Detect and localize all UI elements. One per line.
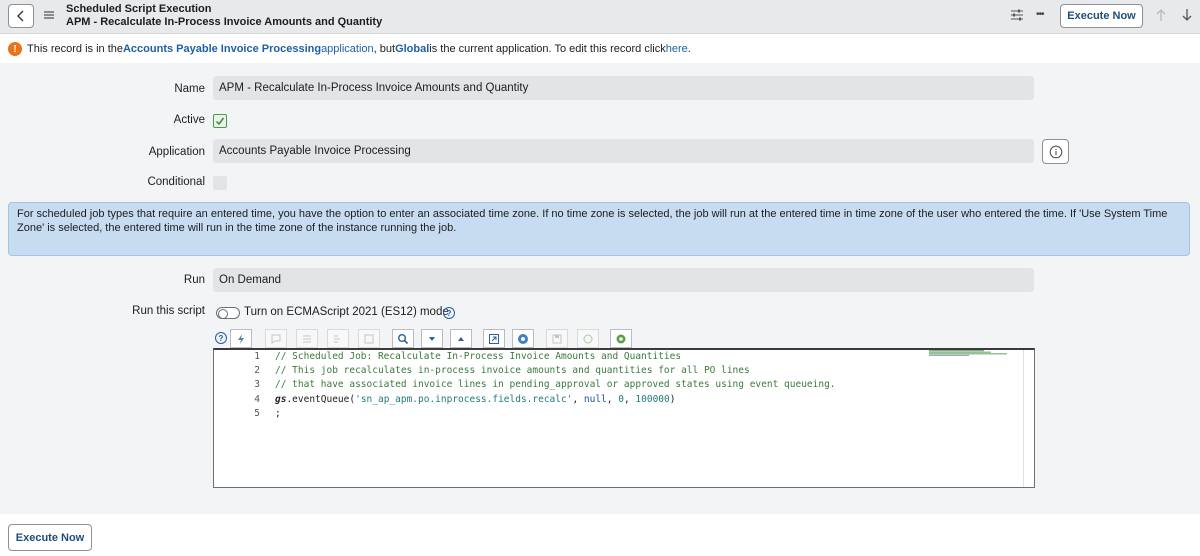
run-select[interactable]: On Demand xyxy=(213,268,1034,292)
execute-now-button[interactable]: Execute Now xyxy=(1060,4,1143,28)
debug-icon xyxy=(518,333,528,344)
conditional-label: Conditional xyxy=(147,176,205,188)
application-info-button[interactable] xyxy=(1042,139,1069,164)
notice-text: . xyxy=(687,43,691,55)
line-number: 1 xyxy=(254,351,260,362)
arrow-down-icon[interactable] xyxy=(1181,8,1193,22)
expand-icon xyxy=(489,333,499,344)
code-token: , xyxy=(623,394,636,405)
conditional-checkbox[interactable] xyxy=(213,176,227,190)
global-scope-link[interactable]: Global xyxy=(395,43,429,55)
code-token: gs xyxy=(275,394,287,405)
es12-mode-toggle[interactable] xyxy=(216,307,240,319)
record-header: Scheduled Script Execution APM - Recalcu… xyxy=(0,0,1200,34)
timezone-info-message: For scheduled job types that require an … xyxy=(8,202,1190,256)
warning-icon: ! xyxy=(8,42,22,56)
code-token: .eventQueue( xyxy=(286,394,356,405)
replace-icon xyxy=(334,335,340,342)
menu-icon[interactable] xyxy=(43,9,55,21)
context-help-button[interactable] xyxy=(577,329,599,348)
more-options-button[interactable]: ••• xyxy=(1036,9,1044,20)
back-button[interactable] xyxy=(8,4,34,28)
help-icon[interactable]: ? xyxy=(443,307,455,319)
find-next-button[interactable] xyxy=(421,329,443,348)
syntax-check-button[interactable] xyxy=(610,329,632,348)
notice-text: , but xyxy=(373,43,396,55)
save-icon xyxy=(552,334,562,343)
code-line-1: // Scheduled Job: Recalculate In-Process… xyxy=(275,351,682,362)
es12-mode-label: Turn on ECMAScript 2021 (ES12) mode xyxy=(244,306,449,318)
settings-sliders-icon[interactable] xyxy=(1010,8,1024,22)
lightning-icon xyxy=(238,333,244,344)
code-token: ) xyxy=(669,394,676,405)
name-field[interactable]: APM - Recalculate In-Process Invoice Amo… xyxy=(213,76,1034,100)
notice-text: This record is in the xyxy=(27,43,123,55)
run-script-label: Run this script xyxy=(132,305,205,317)
code-line-4: gs.eventQueue('sn_ap_apm.po.inprocess.fi… xyxy=(275,394,675,405)
active-checkbox[interactable] xyxy=(213,114,227,128)
name-label: Name xyxy=(174,83,205,95)
chevron-down-icon xyxy=(429,336,435,341)
code-token: , xyxy=(606,394,619,405)
chevron-up-icon xyxy=(458,336,464,341)
record-type: Scheduled Script Execution xyxy=(66,3,212,15)
fullscreen-button[interactable] xyxy=(483,329,505,348)
record-name: APM - Recalculate In-Process Invoice Amo… xyxy=(66,16,383,28)
code-token: null xyxy=(583,394,607,405)
code-token: , xyxy=(572,394,584,405)
line-gutter: 1 2 3 4 5 xyxy=(214,350,266,487)
application-field[interactable]: Accounts Payable Invoice Processing xyxy=(213,139,1034,163)
script-debugger-button[interactable] xyxy=(512,329,534,348)
save-button[interactable] xyxy=(546,329,568,348)
format-icon xyxy=(303,335,311,342)
search-icon xyxy=(398,333,409,344)
header-title: Scheduled Script Execution APM - Recalcu… xyxy=(66,3,382,29)
application-link[interactable]: Accounts Payable Invoice Processing xyxy=(123,43,321,55)
checkmark-icon xyxy=(215,117,225,126)
info-icon xyxy=(1049,145,1062,158)
comment-icon xyxy=(271,334,281,344)
comment-button[interactable] xyxy=(265,329,287,348)
replace-button[interactable] xyxy=(327,329,349,348)
application-word-link[interactable]: application xyxy=(321,43,374,55)
notice-text: is the current application. To edit this… xyxy=(429,43,666,55)
line-number: 4 xyxy=(254,394,260,405)
code-line-5: ; xyxy=(275,408,281,419)
script-macros-button[interactable] xyxy=(230,329,252,348)
line-number: 2 xyxy=(254,365,260,376)
scope-notice: ! This record is in the Accounts Payable… xyxy=(8,41,691,57)
editor-scrollbar[interactable] xyxy=(1023,350,1024,487)
format-button[interactable] xyxy=(296,329,318,348)
execute-now-button-bottom[interactable]: Execute Now xyxy=(8,524,92,551)
code-line-2: // This job recalculates in-process invo… xyxy=(275,365,750,376)
replace-all-icon xyxy=(364,334,374,343)
code-line-3: // that have associated invoice lines in… xyxy=(275,379,836,390)
find-previous-button[interactable] xyxy=(450,329,472,348)
active-label: Active xyxy=(173,114,205,126)
script-editor[interactable]: 1 2 3 4 5 // Scheduled Job: Recalculate … xyxy=(213,348,1035,488)
context-help-icon xyxy=(583,334,593,343)
code-token: 100000 xyxy=(635,394,670,405)
code-minimap[interactable] xyxy=(929,350,1009,356)
gear-check-icon xyxy=(616,334,626,343)
editor-help-icon[interactable]: ? xyxy=(215,332,227,344)
replace-all-button[interactable] xyxy=(358,329,380,348)
application-label: Application xyxy=(148,146,205,158)
search-button[interactable] xyxy=(392,329,414,348)
run-label: Run xyxy=(183,274,205,286)
code-token: 'sn_ap_apm.po.inprocess.fields.recalc' xyxy=(355,394,573,405)
line-number: 5 xyxy=(254,408,260,419)
edit-here-link[interactable]: here xyxy=(666,43,688,55)
line-number: 3 xyxy=(254,379,260,390)
arrow-up-icon[interactable] xyxy=(1155,8,1167,22)
chevron-left-icon xyxy=(17,10,24,22)
